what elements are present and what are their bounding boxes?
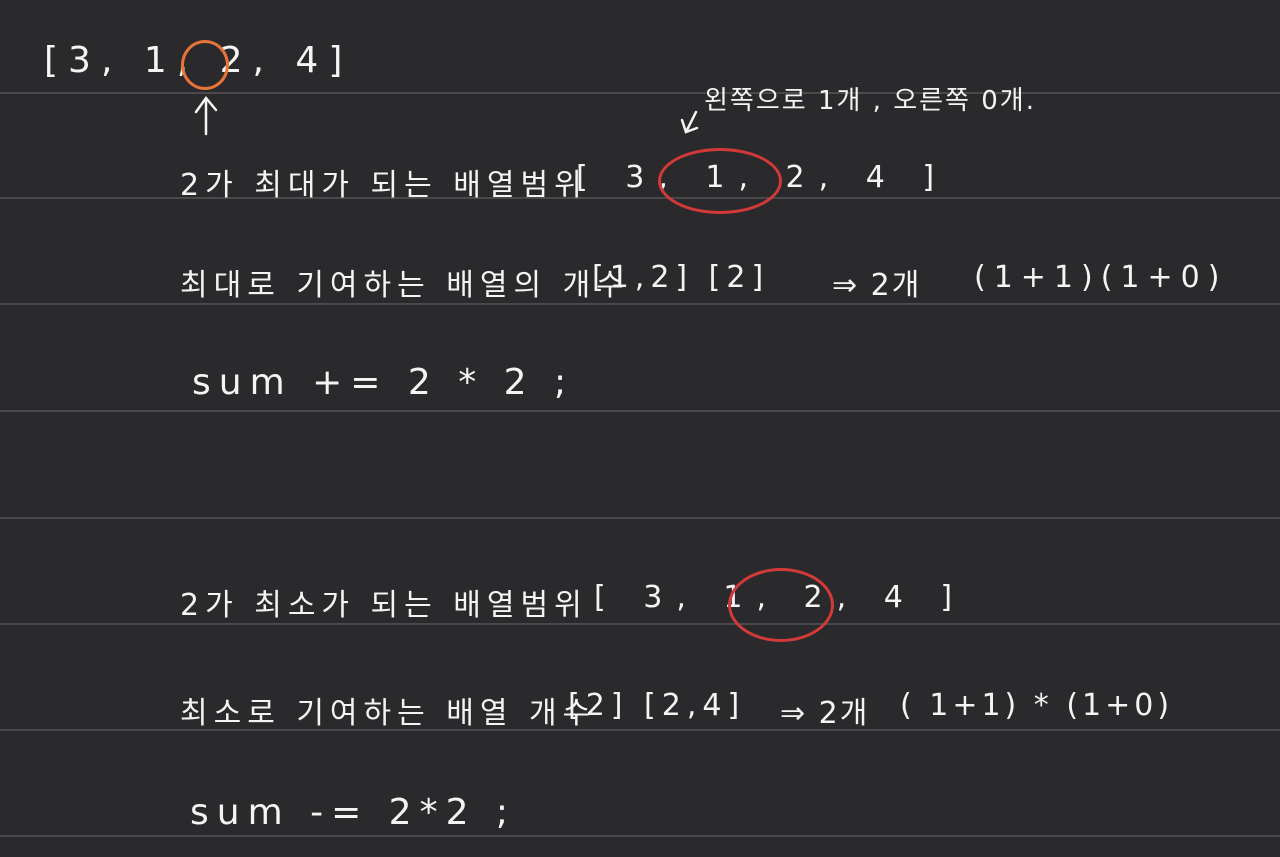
sum-add-code: sum += 2 * 2 ; <box>192 362 575 403</box>
max-count-result: ⇒ 2개 <box>832 268 922 303</box>
min-range-array: [ 3, 1, 2, 4 ] <box>594 580 967 615</box>
max-count-arrays: [1,2] [2] <box>592 260 770 295</box>
min-count-result: ⇒ 2개 <box>780 696 870 731</box>
sum-subtract-code: sum -= 2*2 ; <box>190 792 517 833</box>
min-count-label: 최소로 기여하는 배열 개수 <box>180 696 597 731</box>
max-range-label: 2가 최대가 되는 배열범위 <box>180 168 588 203</box>
min-count-arrays: [2] [2,4] <box>568 688 746 723</box>
annotation-text: 왼쪽으로 1개 , 오른쪽 0개. <box>704 86 1036 116</box>
min-range-label: 2가 최소가 되는 배열범위 <box>180 588 588 623</box>
down-arrow-icon <box>680 110 699 134</box>
max-range-array: [ 3, 1, 2, 4 ] <box>576 160 949 195</box>
max-count-label: 최대로 기여하는 배열의 개수 <box>180 268 630 303</box>
max-count-formula: (1+1)(1+0) <box>974 260 1228 295</box>
min-count-formula: ( 1+1) * (1+0) <box>900 688 1174 723</box>
up-arrow-icon <box>194 95 218 136</box>
